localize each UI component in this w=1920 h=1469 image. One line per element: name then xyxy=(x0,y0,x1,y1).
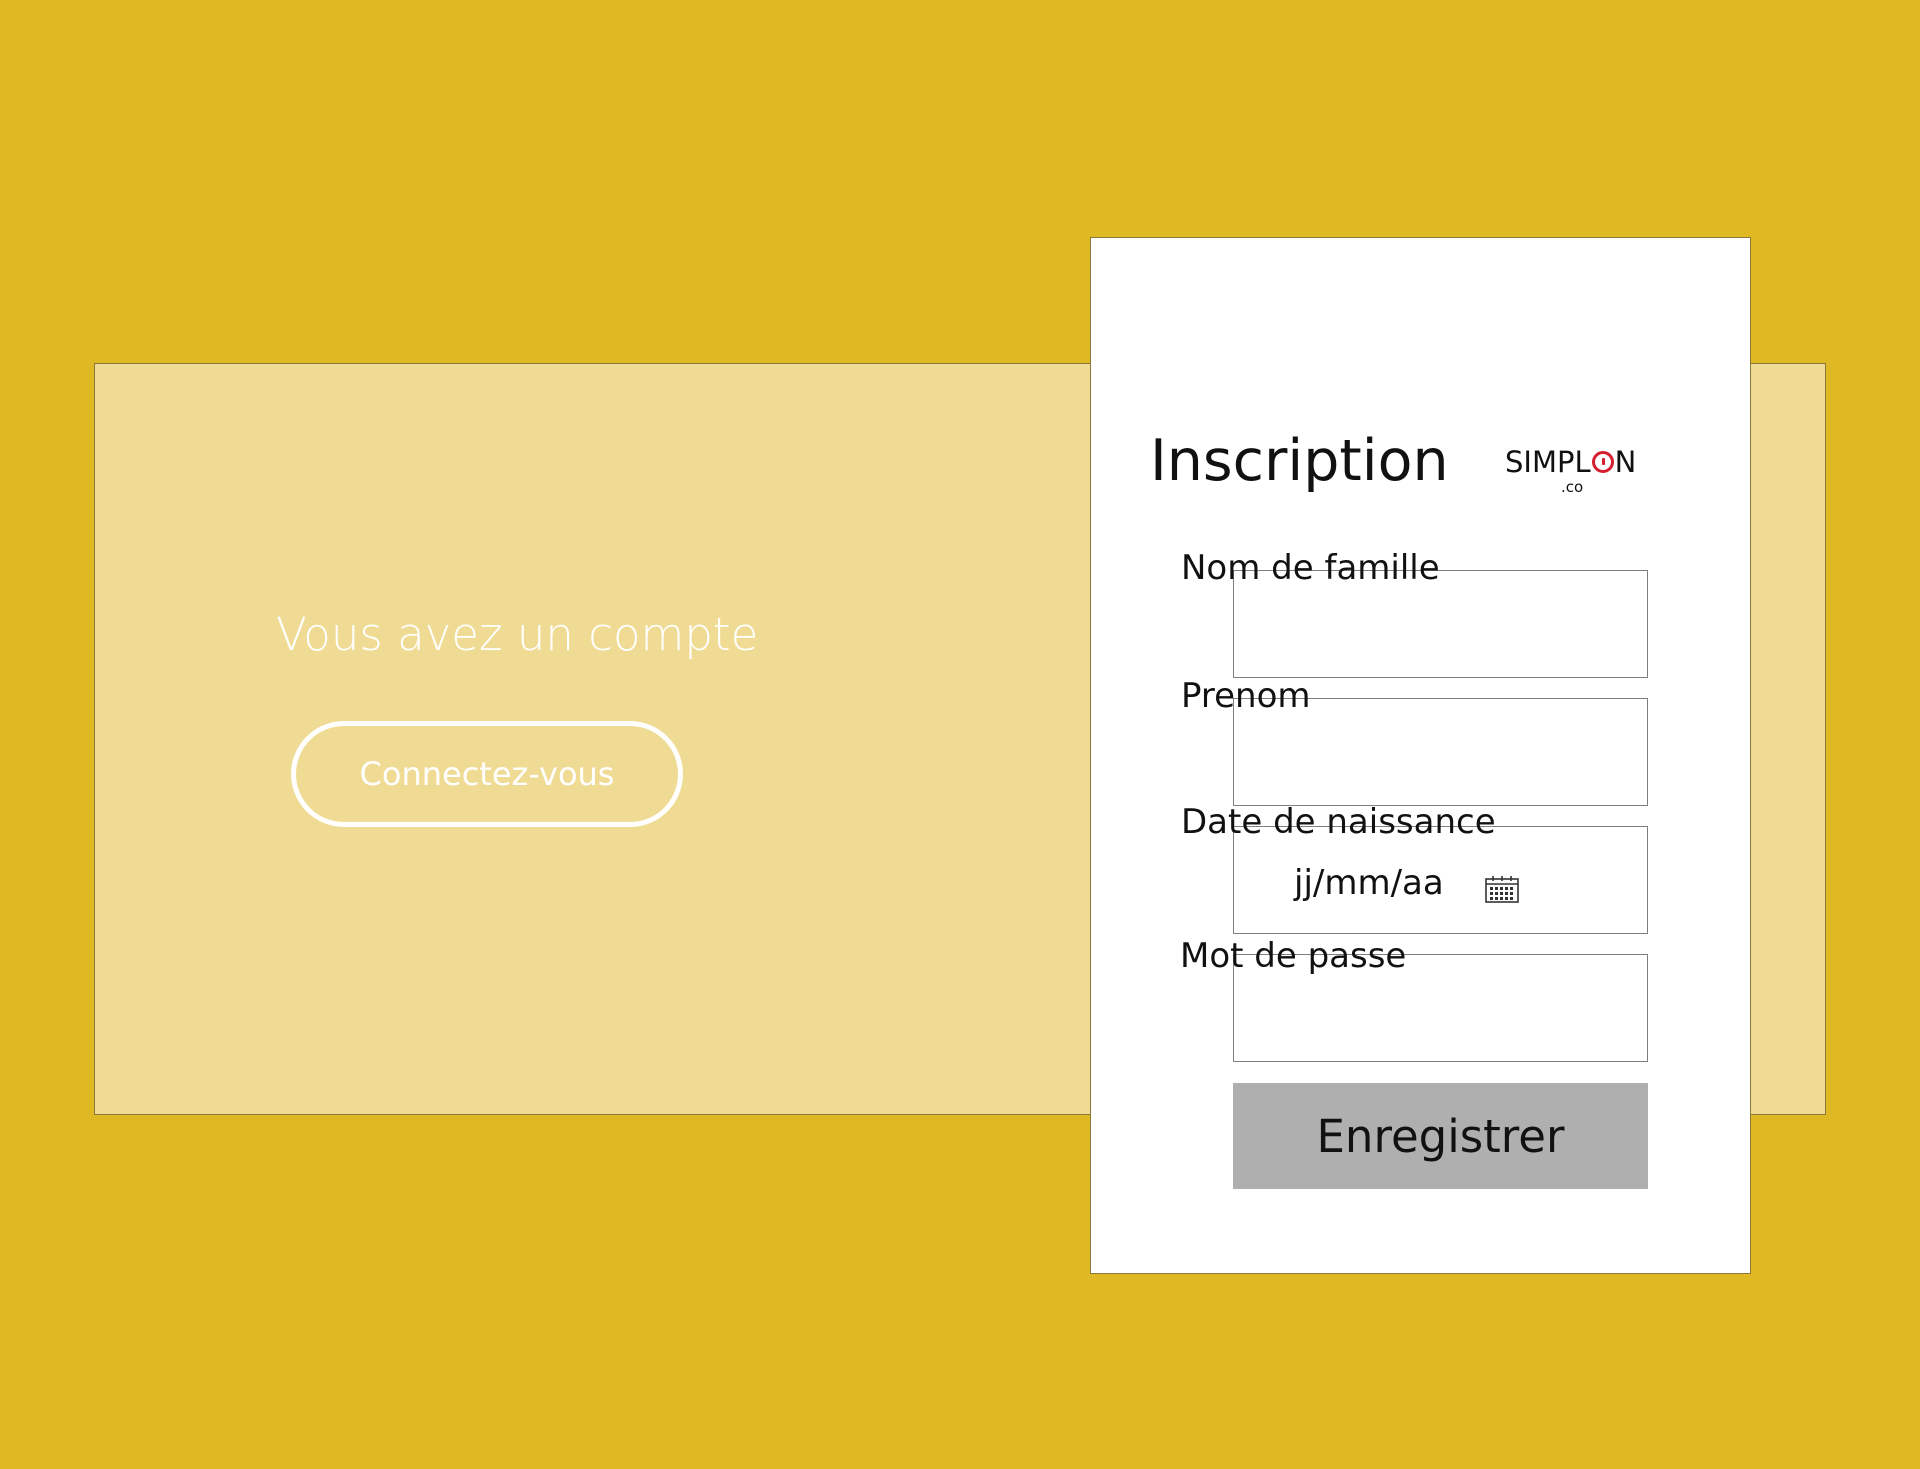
register-button[interactable]: Enregistrer xyxy=(1233,1083,1648,1189)
password-label: Mot de passe xyxy=(1180,936,1407,976)
calendar-icon[interactable] xyxy=(1485,875,1519,903)
account-prompt: Vous avez un compte xyxy=(276,608,759,661)
logo-word-start: SIMPL xyxy=(1505,445,1591,479)
simplon-logo: SIMPL N .co xyxy=(1505,444,1637,496)
last-name-label: Nom de famille xyxy=(1181,548,1440,588)
connect-button[interactable]: Connectez-vous xyxy=(291,721,683,827)
power-icon xyxy=(1591,451,1614,473)
page-title: Inscription xyxy=(1150,428,1449,494)
first-name-label: Prenom xyxy=(1181,676,1311,716)
logo-word-end: N xyxy=(1614,445,1637,479)
birth-date-label: Date de naissance xyxy=(1181,802,1496,842)
date-placeholder: jj/mm/aa xyxy=(1294,863,1444,903)
logo-suffix: .co xyxy=(1561,478,1584,496)
birth-date-field[interactable]: jj/mm/aa xyxy=(1233,826,1648,934)
